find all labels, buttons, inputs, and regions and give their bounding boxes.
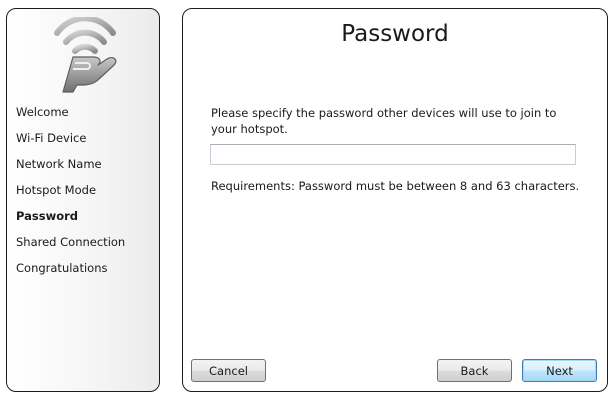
step-network-name: Network Name	[16, 157, 102, 171]
password-requirements: Requirements: Password must be between 8…	[211, 179, 580, 193]
wifi-hand-logo-icon	[54, 17, 117, 93]
step-wifi-device: Wi-Fi Device	[16, 131, 87, 145]
wizard-steps-sidebar: Welcome Wi-Fi Device Network Name Hotspo…	[6, 8, 160, 392]
cancel-button[interactable]: Cancel	[191, 359, 266, 382]
back-button[interactable]: Back	[437, 359, 512, 382]
step-welcome: Welcome	[16, 105, 69, 119]
page-title: Password	[341, 21, 449, 47]
wizard-content-panel: Password Please specify the password oth…	[182, 8, 608, 392]
next-button[interactable]: Next	[522, 359, 597, 382]
step-password-current: Password	[16, 209, 78, 223]
step-hotspot-mode: Hotspot Mode	[16, 183, 97, 197]
password-input[interactable]	[210, 144, 576, 165]
step-congratulations: Congratulations	[16, 261, 108, 275]
step-shared-connection: Shared Connection	[16, 235, 126, 249]
password-prompt: Please specify the password other device…	[211, 106, 557, 136]
step-list: Welcome Wi-Fi Device Network Name Hotspo…	[16, 105, 125, 287]
